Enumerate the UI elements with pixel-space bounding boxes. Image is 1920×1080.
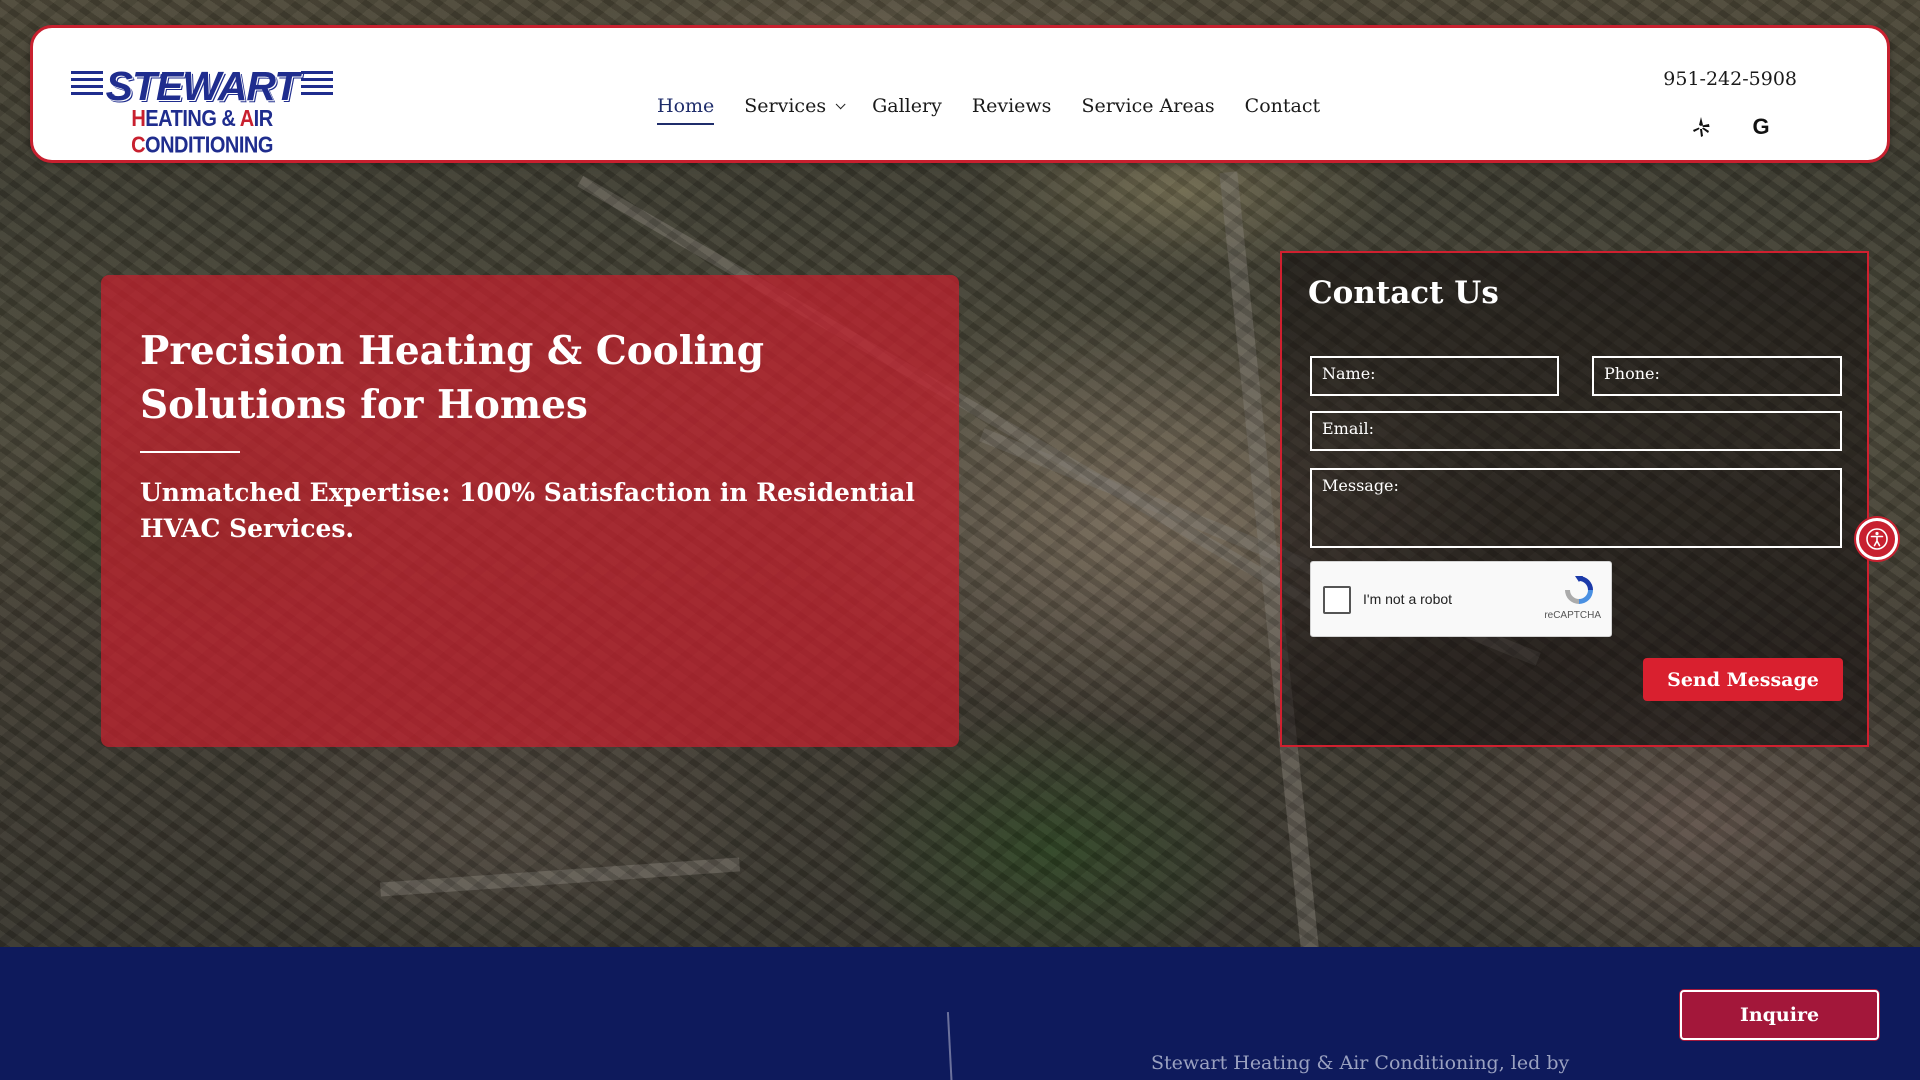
about-section: Stewart Heating & Air Conditioning, led … xyxy=(0,947,1920,1080)
logo-speed-lines-right xyxy=(301,71,333,103)
recaptcha-icon xyxy=(1565,576,1593,604)
hero-banner: Precision Heating & Cooling Solutions fo… xyxy=(101,275,959,747)
accessibility-button[interactable] xyxy=(1856,518,1898,560)
logo-subtitle: HEATING & AIR CONDITIONING xyxy=(131,106,273,159)
phone-link[interactable]: 951-242-5908 xyxy=(1663,68,1797,90)
decorative-line xyxy=(946,1012,954,1080)
contact-form-title: Contact Us xyxy=(1308,275,1499,311)
nav-services[interactable]: Services xyxy=(744,90,846,122)
nav-reviews[interactable]: Reviews xyxy=(972,90,1052,122)
site-header: STEWART HEATING & AIR CONDITIONING Home … xyxy=(30,25,1890,163)
chevron-down-icon xyxy=(835,98,846,109)
hero-title: Precision Heating & Cooling Solutions fo… xyxy=(140,328,765,428)
email-placeholder: Email: xyxy=(1322,419,1375,438)
accessibility-icon xyxy=(1866,528,1888,550)
google-icon[interactable]: G xyxy=(1748,114,1774,140)
nav-services-label: Services xyxy=(744,95,827,117)
recaptcha-widget: I'm not a robot reCAPTCHA xyxy=(1310,561,1612,637)
nav-gallery[interactable]: Gallery xyxy=(872,90,942,122)
message-field[interactable]: Message: xyxy=(1310,468,1842,548)
recaptcha-label: I'm not a robot xyxy=(1363,591,1453,607)
hero-subtitle: Unmatched Expertise: 100% Satisfaction i… xyxy=(140,478,915,543)
send-message-button[interactable]: Send Message xyxy=(1643,658,1843,701)
phone-field[interactable]: Phone: xyxy=(1592,356,1842,396)
yelp-icon-graphic xyxy=(1693,117,1710,137)
yelp-icon[interactable] xyxy=(1688,114,1714,140)
recaptcha-brand: reCAPTCHA xyxy=(1544,610,1601,621)
logo-wordmark: STEWART xyxy=(105,63,300,109)
recaptcha-checkbox[interactable] xyxy=(1323,586,1351,614)
site-logo[interactable]: STEWART HEATING & AIR CONDITIONING xyxy=(71,63,333,158)
inquire-button[interactable]: Inquire xyxy=(1680,990,1879,1040)
message-placeholder: Message: xyxy=(1322,476,1399,495)
nav-home[interactable]: Home xyxy=(657,90,715,125)
name-placeholder: Name: xyxy=(1322,364,1376,383)
name-field[interactable]: Name: xyxy=(1310,356,1559,396)
about-intro-text: Stewart Heating & Air Conditioning, led … xyxy=(1151,1052,1570,1074)
main-nav: Home Services Gallery Reviews Service Ar… xyxy=(657,90,1350,125)
logo-speed-lines-left xyxy=(71,71,103,103)
email-field[interactable]: Email: xyxy=(1310,411,1842,451)
nav-service-areas[interactable]: Service Areas xyxy=(1081,90,1214,122)
contact-form: Contact Us Name: Phone: Email: Message: … xyxy=(1280,251,1869,747)
nav-contact[interactable]: Contact xyxy=(1245,90,1320,122)
phone-placeholder: Phone: xyxy=(1604,364,1660,383)
hero-divider xyxy=(140,451,240,453)
